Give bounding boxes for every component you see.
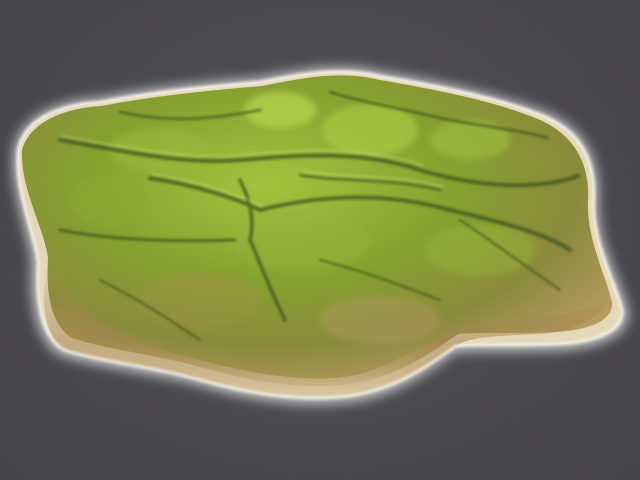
viewport — [0, 0, 640, 480]
island-terrain-render — [13, 67, 629, 405]
